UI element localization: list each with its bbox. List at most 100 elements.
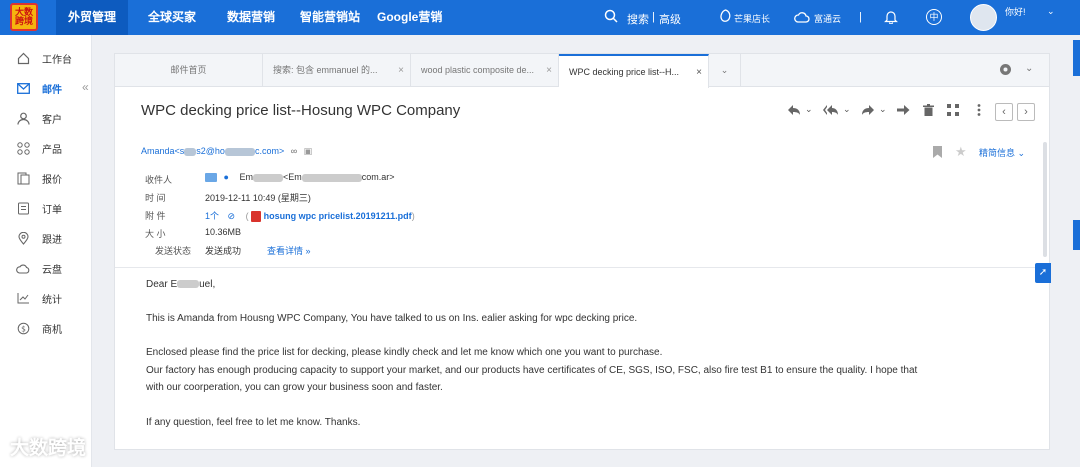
- nav-smart-site[interactable]: 智能营销站: [288, 0, 372, 35]
- collapse-sidebar-icon[interactable]: «: [82, 80, 89, 94]
- recipient-domain-part: com.ar>: [361, 172, 395, 182]
- paperclip-icon[interactable]: ⊘: [228, 211, 236, 221]
- sidebar-item-label: 报价: [42, 174, 62, 186]
- sidebar-item-label: 跟进: [42, 234, 62, 246]
- brief-info-label: 精简信息: [979, 148, 1016, 158]
- binoculars-icon[interactable]: ∞: [291, 146, 297, 156]
- sidebar-item-statistics[interactable]: 统计: [0, 285, 92, 311]
- blurred-text: [177, 280, 200, 289]
- svg-text:$: $: [21, 324, 26, 333]
- mango-store-link[interactable]: 芒果店长: [734, 12, 770, 25]
- next-email-button[interactable]: ›: [1017, 103, 1035, 121]
- sidebar-item-opportunities[interactable]: $ 商机: [0, 315, 92, 341]
- right-side-tab[interactable]: [1073, 220, 1080, 250]
- settings-icon[interactable]: [999, 63, 1012, 81]
- attachment-file-link[interactable]: hosung wpc pricelist.20191211.pdf: [264, 211, 412, 221]
- chevron-down-icon[interactable]: ⌄: [1025, 63, 1033, 74]
- size-value: 10.36MB: [205, 227, 242, 237]
- sidebar-item-mail[interactable]: 邮件: [0, 75, 92, 101]
- body-paragraph: Our factory has enough producing capacit…: [146, 365, 918, 376]
- sidebar-item-orders[interactable]: 订单: [0, 195, 92, 221]
- logo-text: 大数 跨境: [14, 7, 33, 26]
- sender-address[interactable]: Amanda<s s2@ho c.com> ∞ ▣: [141, 146, 312, 157]
- avatar[interactable]: [970, 4, 997, 31]
- search-icon[interactable]: [604, 9, 618, 26]
- recipient-name-part: Em: [239, 172, 253, 182]
- search-label[interactable]: 搜索: [627, 11, 649, 27]
- reply-icon[interactable]: [787, 104, 801, 119]
- tab-bar: 邮件首页 搜索: 包含 emmanuel 的... × wood plastic…: [115, 54, 1049, 88]
- move-arrow-icon[interactable]: [897, 104, 910, 119]
- bell-icon[interactable]: [884, 9, 898, 27]
- scrollbar[interactable]: [1043, 142, 1047, 257]
- chevron-down-icon[interactable]: ⌄: [879, 104, 887, 115]
- tab-mail-home[interactable]: 邮件首页: [115, 54, 263, 87]
- card-icon[interactable]: ▣: [304, 146, 313, 156]
- order-icon: [16, 201, 30, 215]
- tab-search-emmanuel[interactable]: 搜索: 包含 emmanuel 的... ×: [263, 54, 411, 87]
- forward-icon[interactable]: [861, 104, 875, 119]
- language-icon[interactable]: 中: [926, 9, 942, 25]
- body-paragraph: Enclosed please find the price list for …: [146, 347, 663, 358]
- tab-label: 邮件首页: [170, 65, 207, 75]
- bookmark-icon[interactable]: [933, 146, 942, 161]
- previous-email-button[interactable]: ‹: [995, 103, 1013, 121]
- close-icon[interactable]: ×: [546, 54, 552, 87]
- close-icon[interactable]: ×: [696, 56, 702, 88]
- right-collapse-tab[interactable]: [1073, 40, 1080, 76]
- sidebar-item-workbench[interactable]: 工作台: [0, 45, 92, 71]
- sender-mid-part: s2@ho: [196, 146, 225, 156]
- star-icon[interactable]: ★: [955, 144, 967, 160]
- separator: |: [859, 11, 862, 23]
- share-float-button[interactable]: ➚: [1035, 263, 1051, 283]
- fullscreen-icon[interactable]: [947, 104, 959, 119]
- nav-foreign-trade[interactable]: 外贸管理: [56, 0, 129, 35]
- close-icon[interactable]: ×: [398, 54, 404, 87]
- sidebar-item-label: 邮件: [42, 84, 62, 96]
- sidebar-item-customers[interactable]: 客户: [0, 105, 92, 131]
- nav-data-marketing[interactable]: 数据营销: [215, 0, 287, 35]
- sidebar-item-label: 商机: [42, 324, 62, 336]
- nav-google-marketing[interactable]: Google营销: [365, 0, 454, 35]
- more-options-icon[interactable]: [977, 104, 981, 119]
- app-logo[interactable]: 大数 跨境: [10, 3, 38, 31]
- chevron-down-icon[interactable]: ⌄: [805, 104, 813, 115]
- opportunity-icon: $: [16, 321, 30, 335]
- chevron-down-icon[interactable]: ⌄: [1047, 6, 1055, 17]
- body-paragraph: This is Amanda from Housng WPC Company, …: [146, 313, 638, 324]
- cloud-icon: [794, 10, 810, 26]
- tab-overflow-dropdown[interactable]: ⌄: [709, 54, 741, 87]
- user-icon: [16, 111, 30, 125]
- send-status-label: 发送状态: [155, 246, 192, 256]
- quote-icon: [16, 171, 30, 185]
- grid-icon: [16, 141, 30, 155]
- attachment-value: 1个 ⊘ ( hosung wpc pricelist.20191211.pdf…: [205, 209, 415, 223]
- sidebar-item-label: 客户: [42, 114, 62, 126]
- pdf-icon: [251, 211, 262, 223]
- tab-wpc-price-list[interactable]: WPC decking price list--H... ×: [559, 54, 709, 88]
- location-icon: [16, 231, 30, 245]
- time-value: 2019-12-11 10:49 (星期三): [205, 193, 311, 203]
- futong-cloud-link[interactable]: 富通云: [814, 12, 841, 25]
- send-status-value: 发送成功: [205, 246, 242, 256]
- body-greeting: Dear E uel,: [146, 276, 1026, 293]
- attachment-label: 附 件: [145, 211, 166, 221]
- email-subject: WPC decking price list--Hosung WPC Compa…: [141, 102, 461, 119]
- tab-label: wood plastic composite de...: [421, 65, 535, 75]
- recipient-value[interactable]: ● Em <Em com.ar>: [205, 172, 395, 183]
- attachment-count[interactable]: 1个: [205, 211, 219, 221]
- double-chevron-down-icon: »: [305, 246, 311, 256]
- tab-wood-plastic[interactable]: wood plastic composite de... ×: [411, 54, 559, 87]
- view-details-link[interactable]: 查看详情 »: [267, 244, 311, 257]
- brief-info-toggle[interactable]: 精简信息 ⌄: [979, 146, 1025, 159]
- sidebar-item-quotes[interactable]: 报价: [0, 165, 92, 191]
- trash-icon[interactable]: [923, 104, 934, 119]
- reply-all-icon[interactable]: [823, 104, 839, 119]
- advanced-search-link[interactable]: 高级: [659, 11, 681, 27]
- sidebar: 工作台 邮件 客户 产品 报价 订单 跟进 云盘 统计 $ 商机: [0, 35, 92, 467]
- sidebar-item-cloud-drive[interactable]: 云盘: [0, 255, 92, 281]
- chevron-down-icon[interactable]: ⌄: [843, 104, 851, 115]
- nav-global-buyers[interactable]: 全球买家: [136, 0, 208, 35]
- sidebar-item-followup[interactable]: 跟进: [0, 225, 92, 251]
- sidebar-item-products[interactable]: 产品: [0, 135, 92, 161]
